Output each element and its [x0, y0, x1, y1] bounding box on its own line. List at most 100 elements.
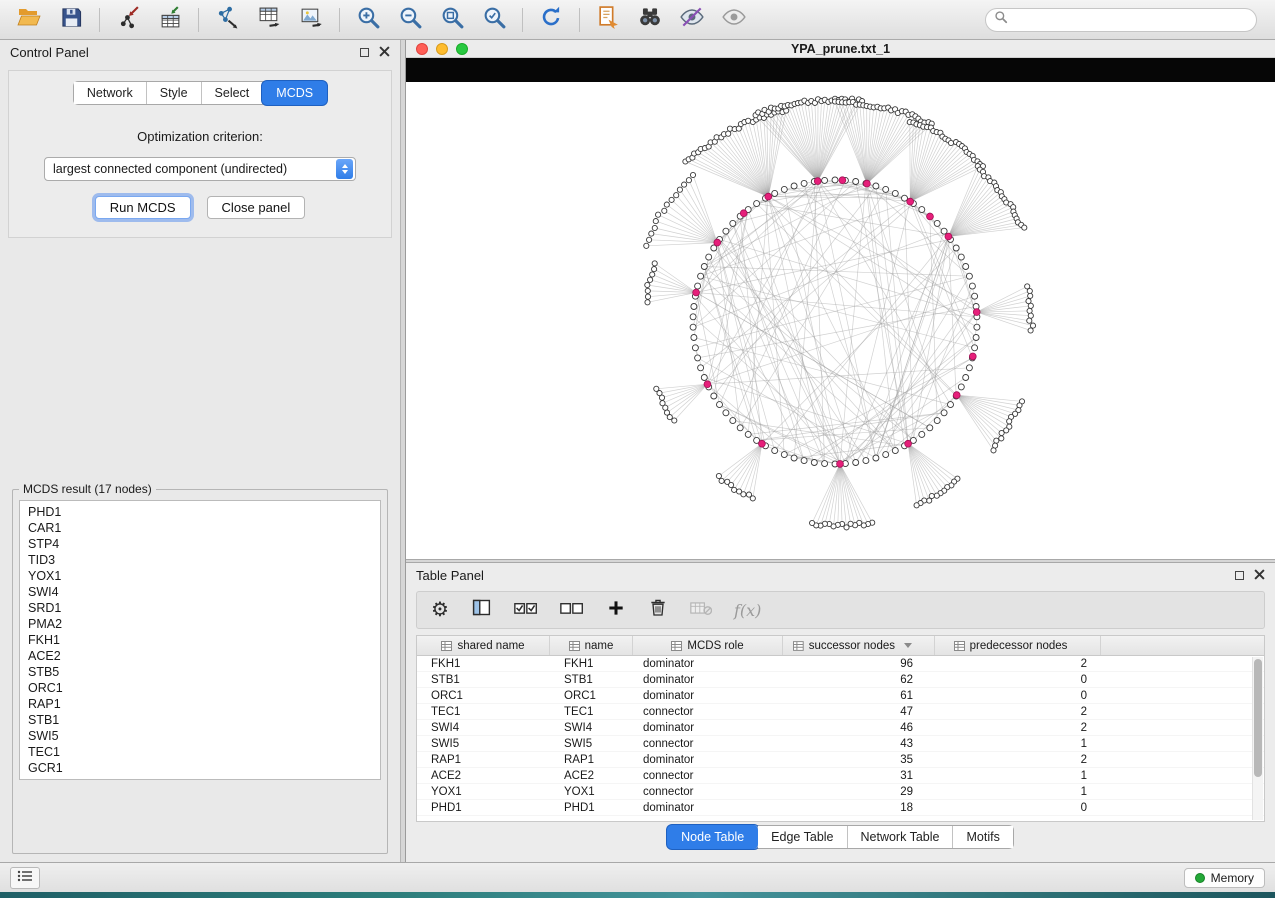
- zoom-in-button[interactable]: [347, 3, 389, 37]
- table-cell[interactable]: TEC1: [417, 706, 550, 718]
- table-row[interactable]: TEC1TEC1connector472: [417, 704, 1264, 720]
- mcds-result-item[interactable]: CAR1: [20, 520, 380, 536]
- table-cell[interactable]: 62: [783, 674, 935, 686]
- table-cell[interactable]: STB1: [417, 674, 550, 686]
- mcds-result-list[interactable]: PHD1CAR1STP4TID3YOX1SWI4SRD1PMA2FKH1ACE2…: [19, 500, 381, 780]
- tab-network[interactable]: Network: [74, 82, 147, 104]
- tab-node-table[interactable]: Node Table: [667, 825, 759, 849]
- float-panel-icon[interactable]: [1235, 571, 1244, 580]
- table-row[interactable]: YOX1YOX1connector291: [417, 784, 1264, 800]
- tab-select[interactable]: Select: [202, 82, 264, 104]
- table-scrollbar[interactable]: [1252, 657, 1263, 820]
- mcds-result-item[interactable]: RAP1: [20, 696, 380, 712]
- run-mcds-button[interactable]: Run MCDS: [95, 196, 191, 219]
- table-cell[interactable]: 61: [783, 690, 935, 702]
- table-cell[interactable]: PHD1: [550, 802, 633, 814]
- table-cell[interactable]: ACE2: [550, 770, 633, 782]
- export-table-button[interactable]: [248, 3, 290, 37]
- minimize-window-icon[interactable]: [436, 43, 448, 55]
- export-image-button[interactable]: [290, 3, 332, 37]
- mcds-result-item[interactable]: STB5: [20, 664, 380, 680]
- tab-edge-table[interactable]: Edge Table: [758, 826, 847, 848]
- table-cell[interactable]: connector: [633, 738, 783, 750]
- table-cell[interactable]: ORC1: [550, 690, 633, 702]
- mcds-result-item[interactable]: PHD1: [20, 504, 380, 520]
- table-cell[interactable]: connector: [633, 786, 783, 798]
- mcds-result-item[interactable]: SRD1: [20, 600, 380, 616]
- table-row[interactable]: SWI4SWI4dominator462: [417, 720, 1264, 736]
- tab-mcds[interactable]: MCDS: [262, 81, 327, 105]
- table-cell[interactable]: STB1: [550, 674, 633, 686]
- table-row[interactable]: ORC1ORC1dominator610: [417, 688, 1264, 704]
- table-cell[interactable]: 0: [935, 674, 1101, 686]
- column-header-successor-nodes[interactable]: successor nodes: [783, 636, 935, 655]
- table-cell[interactable]: SWI5: [550, 738, 633, 750]
- table-cell[interactable]: connector: [633, 770, 783, 782]
- zoom-selected-button[interactable]: [473, 3, 515, 37]
- table-cell[interactable]: YOX1: [417, 786, 550, 798]
- column-header-predecessor-nodes[interactable]: predecessor nodes: [935, 636, 1101, 655]
- mcds-result-item[interactable]: ORC1: [20, 680, 380, 696]
- mcds-result-item[interactable]: YOX1: [20, 568, 380, 584]
- table-row[interactable]: FKH1FKH1dominator962: [417, 656, 1264, 672]
- table-cell[interactable]: 43: [783, 738, 935, 750]
- table-cell[interactable]: 29: [783, 786, 935, 798]
- table-cell[interactable]: dominator: [633, 722, 783, 734]
- mcds-result-item[interactable]: PMA2: [20, 616, 380, 632]
- criterion-select[interactable]: largest connected component (undirected): [44, 157, 356, 181]
- table-cell[interactable]: 47: [783, 706, 935, 718]
- select-all-button[interactable]: [514, 598, 538, 623]
- table-settings-button[interactable]: ⚙: [431, 600, 449, 620]
- column-header-mcds-role[interactable]: MCDS role: [633, 636, 783, 655]
- import-table-button[interactable]: [149, 3, 191, 37]
- table-cell[interactable]: dominator: [633, 802, 783, 814]
- export-network-button[interactable]: [206, 3, 248, 37]
- table-cell[interactable]: 1: [935, 770, 1101, 782]
- table-cell[interactable]: 0: [935, 690, 1101, 702]
- maximize-window-icon[interactable]: [456, 43, 468, 55]
- table-cell[interactable]: SWI4: [417, 722, 550, 734]
- table-cell[interactable]: TEC1: [550, 706, 633, 718]
- table-cell[interactable]: 18: [783, 802, 935, 814]
- table-row[interactable]: STB1STB1dominator620: [417, 672, 1264, 688]
- table-cell[interactable]: 2: [935, 706, 1101, 718]
- float-panel-icon[interactable]: [360, 48, 369, 57]
- table-cell[interactable]: 96: [783, 658, 935, 670]
- import-network-button[interactable]: [107, 3, 149, 37]
- zoom-fit-button[interactable]: [431, 3, 473, 37]
- table-cell[interactable]: 0: [935, 802, 1101, 814]
- table-cell[interactable]: FKH1: [550, 658, 633, 670]
- table-cell[interactable]: 2: [935, 658, 1101, 670]
- mcds-result-item[interactable]: TID3: [20, 552, 380, 568]
- search-field[interactable]: [985, 8, 1257, 32]
- memory-button[interactable]: Memory: [1184, 868, 1265, 888]
- table-row[interactable]: RAP1RAP1dominator352: [417, 752, 1264, 768]
- mcds-result-item[interactable]: STP4: [20, 536, 380, 552]
- scrollbar-thumb[interactable]: [1254, 659, 1262, 777]
- mcds-result-item[interactable]: TEC1: [20, 744, 380, 760]
- table-cell[interactable]: FKH1: [417, 658, 550, 670]
- mcds-result-item[interactable]: STB1: [20, 712, 380, 728]
- table-cell[interactable]: 46: [783, 722, 935, 734]
- table-cell[interactable]: connector: [633, 706, 783, 718]
- table-cell[interactable]: 31: [783, 770, 935, 782]
- delete-column-button[interactable]: [648, 597, 668, 623]
- zoom-out-button[interactable]: [389, 3, 431, 37]
- open-session-button[interactable]: [8, 3, 50, 37]
- show-columns-button[interactable]: [471, 597, 492, 623]
- table-cell[interactable]: ACE2: [417, 770, 550, 782]
- table-cell[interactable]: 1: [935, 786, 1101, 798]
- tab-style[interactable]: Style: [147, 82, 202, 104]
- save-session-button[interactable]: [50, 3, 92, 37]
- table-cell[interactable]: 1: [935, 738, 1101, 750]
- refresh-button[interactable]: [530, 3, 572, 37]
- table-row[interactable]: PHD1PHD1dominator180: [417, 800, 1264, 816]
- mcds-result-item[interactable]: ACE2: [20, 648, 380, 664]
- table-cell[interactable]: dominator: [633, 690, 783, 702]
- search-network-button[interactable]: [629, 3, 671, 37]
- table-cell[interactable]: SWI5: [417, 738, 550, 750]
- table-cell[interactable]: dominator: [633, 754, 783, 766]
- table-row[interactable]: SWI5SWI5connector431: [417, 736, 1264, 752]
- close-panel-button[interactable]: Close panel: [207, 196, 306, 219]
- table-cell[interactable]: YOX1: [550, 786, 633, 798]
